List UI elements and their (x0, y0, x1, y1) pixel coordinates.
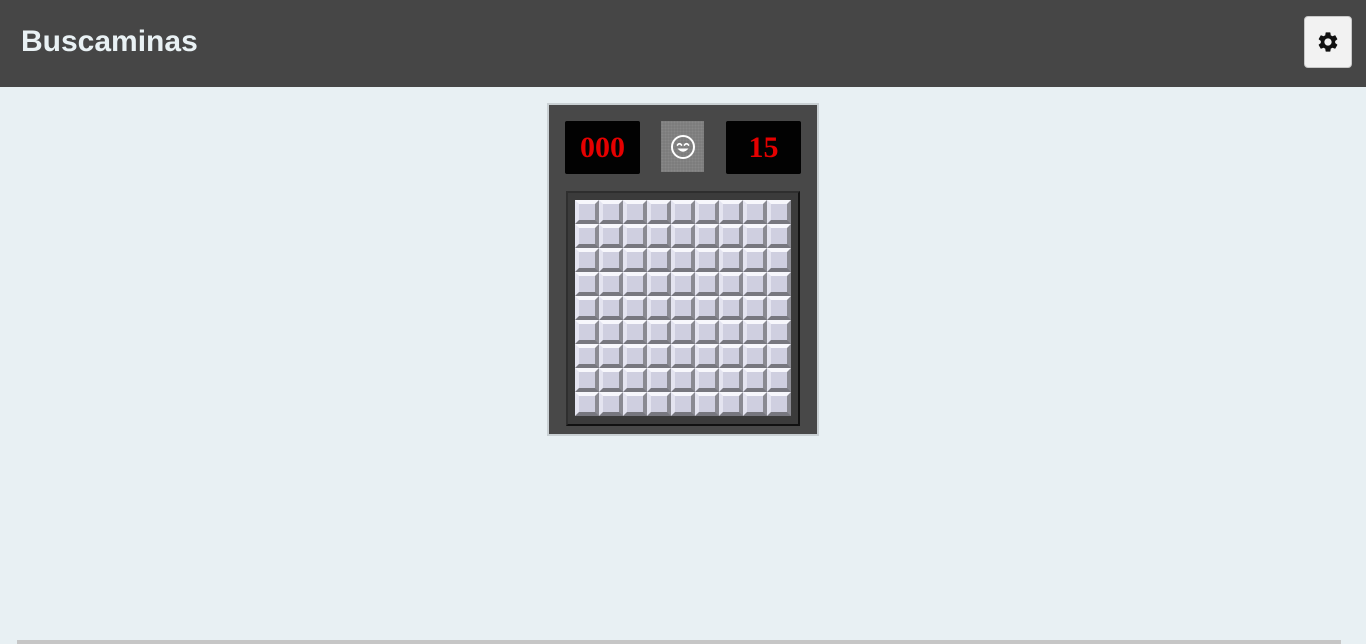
mine-cell[interactable] (695, 320, 719, 344)
mine-cell[interactable] (719, 344, 743, 368)
mine-cell[interactable] (719, 296, 743, 320)
mine-cell[interactable] (647, 296, 671, 320)
gear-icon (1318, 32, 1338, 52)
settings-button[interactable] (1304, 16, 1352, 68)
mine-cell[interactable] (599, 320, 623, 344)
mine-cell[interactable] (767, 248, 791, 272)
mine-cell[interactable] (695, 344, 719, 368)
mine-cell[interactable] (719, 392, 743, 416)
mine-cell[interactable] (743, 320, 767, 344)
mine-cell[interactable] (743, 296, 767, 320)
mine-cell[interactable] (767, 344, 791, 368)
mine-cell[interactable] (599, 200, 623, 224)
timer-display: 000 (565, 121, 640, 174)
mine-counter-display: 15 (726, 121, 801, 174)
mine-cell[interactable] (623, 224, 647, 248)
mine-cell[interactable] (575, 272, 599, 296)
mine-cell[interactable] (599, 344, 623, 368)
mine-cell[interactable] (623, 200, 647, 224)
mine-cell[interactable] (695, 248, 719, 272)
mine-cell[interactable] (695, 272, 719, 296)
minesweeper-panel: 000 15 (547, 103, 819, 436)
mine-cell[interactable] (719, 248, 743, 272)
mine-cell[interactable] (575, 320, 599, 344)
mine-cell[interactable] (695, 392, 719, 416)
footer-divider (17, 640, 1341, 644)
mine-cell[interactable] (695, 368, 719, 392)
mine-cell[interactable] (623, 320, 647, 344)
mine-cell[interactable] (671, 320, 695, 344)
mine-cell[interactable] (743, 392, 767, 416)
mine-cell[interactable] (575, 296, 599, 320)
mine-cell[interactable] (647, 392, 671, 416)
mine-cell[interactable] (575, 368, 599, 392)
mine-cell[interactable] (575, 344, 599, 368)
mine-cell[interactable] (767, 224, 791, 248)
mine-cell[interactable] (647, 248, 671, 272)
mine-cell[interactable] (599, 368, 623, 392)
mine-cell[interactable] (671, 344, 695, 368)
app-header: Buscaminas (0, 0, 1366, 87)
mine-cell[interactable] (599, 296, 623, 320)
mine-cell[interactable] (743, 224, 767, 248)
mine-cell[interactable] (575, 248, 599, 272)
mine-cell[interactable] (695, 224, 719, 248)
mine-cell[interactable] (767, 320, 791, 344)
mine-cell[interactable] (647, 224, 671, 248)
mine-cell[interactable] (719, 320, 743, 344)
mine-cell[interactable] (743, 248, 767, 272)
mine-cell[interactable] (647, 320, 671, 344)
mine-cell[interactable] (719, 224, 743, 248)
mine-cell[interactable] (767, 368, 791, 392)
mine-cell[interactable] (671, 248, 695, 272)
mine-cell[interactable] (743, 368, 767, 392)
mine-cell[interactable] (743, 200, 767, 224)
mine-cell[interactable] (575, 392, 599, 416)
mine-cell[interactable] (623, 368, 647, 392)
mine-cell[interactable] (767, 392, 791, 416)
mine-cell[interactable] (647, 344, 671, 368)
mine-cell[interactable] (743, 272, 767, 296)
mine-cell[interactable] (647, 368, 671, 392)
mine-cell[interactable] (671, 272, 695, 296)
mine-cell[interactable] (575, 224, 599, 248)
app-title: Buscaminas (21, 25, 198, 58)
mine-cell[interactable] (599, 224, 623, 248)
mine-cell[interactable] (623, 344, 647, 368)
mine-cell[interactable] (767, 200, 791, 224)
mine-cell[interactable] (695, 296, 719, 320)
reset-face-button[interactable] (661, 121, 704, 172)
mine-cell[interactable] (599, 392, 623, 416)
mine-cell[interactable] (671, 224, 695, 248)
mine-cell[interactable] (671, 368, 695, 392)
mine-cell[interactable] (767, 272, 791, 296)
smiling-face-icon (670, 134, 695, 159)
mine-cell[interactable] (647, 200, 671, 224)
board-frame (566, 191, 800, 426)
minefield-grid (575, 200, 791, 416)
mine-cell[interactable] (695, 200, 719, 224)
mine-cell[interactable] (599, 248, 623, 272)
mine-cell[interactable] (719, 272, 743, 296)
mine-cell[interactable] (623, 392, 647, 416)
mine-cell[interactable] (671, 392, 695, 416)
mine-cell[interactable] (647, 272, 671, 296)
mine-cell[interactable] (719, 368, 743, 392)
mine-cell[interactable] (671, 200, 695, 224)
mine-cell[interactable] (767, 296, 791, 320)
mine-cell[interactable] (623, 272, 647, 296)
mine-cell[interactable] (623, 248, 647, 272)
mine-cell[interactable] (719, 200, 743, 224)
mine-cell[interactable] (599, 272, 623, 296)
mine-cell[interactable] (671, 296, 695, 320)
mine-cell[interactable] (575, 200, 599, 224)
mine-cell[interactable] (743, 344, 767, 368)
mine-cell[interactable] (623, 296, 647, 320)
